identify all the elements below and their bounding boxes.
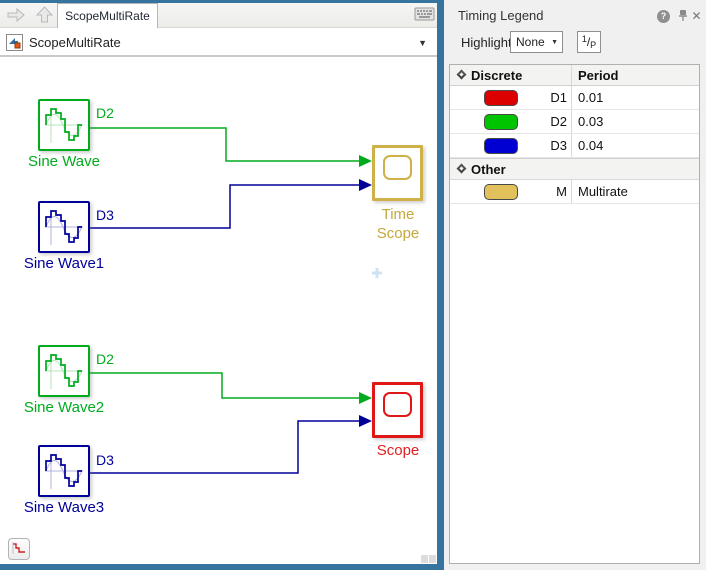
show-rate-button[interactable]: 1/P bbox=[577, 31, 601, 53]
color-swatch bbox=[484, 184, 518, 200]
keyboard-button[interactable] bbox=[413, 7, 435, 24]
rate-annotation: D3 bbox=[96, 452, 114, 468]
sine-wave-icon bbox=[45, 108, 83, 143]
pin-icon[interactable] bbox=[675, 9, 690, 23]
chevron-down-icon: ▼ bbox=[551, 39, 558, 46]
rate-annotation: D2 bbox=[96, 105, 114, 121]
legend-row-d3[interactable]: D3 0.04 bbox=[450, 134, 699, 158]
color-swatch bbox=[484, 114, 518, 130]
block-label-sine-wave[interactable]: Sine Wave bbox=[4, 153, 124, 170]
legend-row-d2[interactable]: D2 0.03 bbox=[450, 110, 699, 134]
block-sine-wave3[interactable] bbox=[38, 445, 90, 497]
section-header-other: Other bbox=[450, 158, 699, 180]
period-value: 0.03 bbox=[571, 110, 699, 133]
period-value: 0.01 bbox=[571, 86, 699, 109]
signal-wire-d2-top[interactable] bbox=[90, 127, 359, 162]
sine-wave-icon bbox=[45, 210, 83, 245]
highlight-value: None bbox=[516, 35, 545, 49]
forward-button[interactable] bbox=[4, 6, 28, 26]
block-sine-wave1[interactable] bbox=[38, 201, 90, 253]
block-label-sine-wave1[interactable]: Sine Wave1 bbox=[4, 255, 124, 272]
sample-time-legend-button[interactable] bbox=[8, 538, 30, 560]
block-scope[interactable] bbox=[372, 382, 423, 438]
scope-screen-icon bbox=[383, 392, 412, 417]
model-editor: ScopeMultiRate ScopeMultiRate ▼ Sine Wav… bbox=[0, 0, 444, 570]
timing-legend-table: Discrete Period D1 0.01 D2 0.03 D3 0.04 bbox=[449, 64, 700, 564]
period-value: 0.04 bbox=[571, 134, 699, 157]
period-column-header: Period bbox=[571, 65, 699, 85]
block-time-scope[interactable] bbox=[372, 145, 423, 201]
tab-label: ScopeMultiRate bbox=[65, 9, 150, 23]
block-sine-wave[interactable] bbox=[38, 99, 90, 151]
signal-wire-d3-bottom[interactable] bbox=[90, 420, 359, 474]
scroll-corner bbox=[421, 555, 436, 563]
editor-toolbar: ScopeMultiRate bbox=[0, 3, 437, 28]
arrowhead-icon bbox=[359, 179, 372, 191]
forward-arrow-icon bbox=[7, 7, 25, 22]
block-label-sine-wave3[interactable]: Sine Wave3 bbox=[4, 499, 124, 516]
breadcrumb-bar: ScopeMultiRate ▼ bbox=[0, 29, 437, 57]
breadcrumb[interactable]: ScopeMultiRate bbox=[29, 35, 121, 50]
block-label-time-scope[interactable]: Time Scope bbox=[368, 205, 428, 243]
block-sine-wave2[interactable] bbox=[38, 345, 90, 397]
section-header-discrete: Discrete Period bbox=[450, 65, 699, 86]
model-icon bbox=[6, 33, 23, 51]
sine-wave-icon bbox=[45, 454, 83, 489]
breadcrumb-dropdown-caret-icon[interactable]: ▼ bbox=[418, 38, 427, 48]
canvas-marker-icon bbox=[372, 268, 382, 278]
panel-title: Timing Legend bbox=[458, 8, 544, 23]
sine-wave-icon bbox=[45, 354, 83, 389]
block-label-sine-wave2[interactable]: Sine Wave2 bbox=[4, 399, 124, 416]
highlight-label: Highlight bbox=[461, 35, 512, 50]
close-icon[interactable]: ✕ bbox=[689, 9, 704, 23]
color-swatch bbox=[484, 138, 518, 154]
block-label-scope[interactable]: Scope bbox=[358, 441, 438, 460]
staircase-icon bbox=[12, 541, 25, 554]
timing-legend-panel: Timing Legend ? ✕ Highlight None ▼ 1/P D… bbox=[444, 0, 706, 570]
arrowhead-icon bbox=[359, 155, 372, 167]
legend-row-d1[interactable]: D1 0.01 bbox=[450, 86, 699, 110]
rate-annotation: D3 bbox=[96, 207, 114, 223]
tab-scopemultirate[interactable]: ScopeMultiRate bbox=[57, 3, 158, 28]
highlight-dropdown[interactable]: None ▼ bbox=[510, 31, 563, 53]
color-swatch bbox=[484, 90, 518, 106]
arrowhead-icon bbox=[359, 392, 372, 404]
help-icon[interactable]: ? bbox=[656, 9, 671, 23]
scope-screen-icon bbox=[383, 155, 412, 180]
signal-wire-d2-bottom[interactable] bbox=[90, 372, 359, 399]
up-button[interactable] bbox=[32, 6, 56, 26]
section-label: Discrete bbox=[471, 67, 523, 83]
period-value: Multirate bbox=[571, 180, 699, 203]
keyboard-icon bbox=[414, 7, 434, 21]
up-arrow-icon bbox=[35, 6, 53, 23]
simulink-window: ScopeMultiRate ScopeMultiRate ▼ Sine Wav… bbox=[0, 0, 706, 570]
legend-row-m[interactable]: M Multirate bbox=[450, 180, 699, 204]
rate-annotation: D2 bbox=[96, 351, 114, 367]
arrowhead-icon bbox=[359, 415, 372, 427]
signal-wire-d3-top[interactable] bbox=[90, 184, 359, 229]
